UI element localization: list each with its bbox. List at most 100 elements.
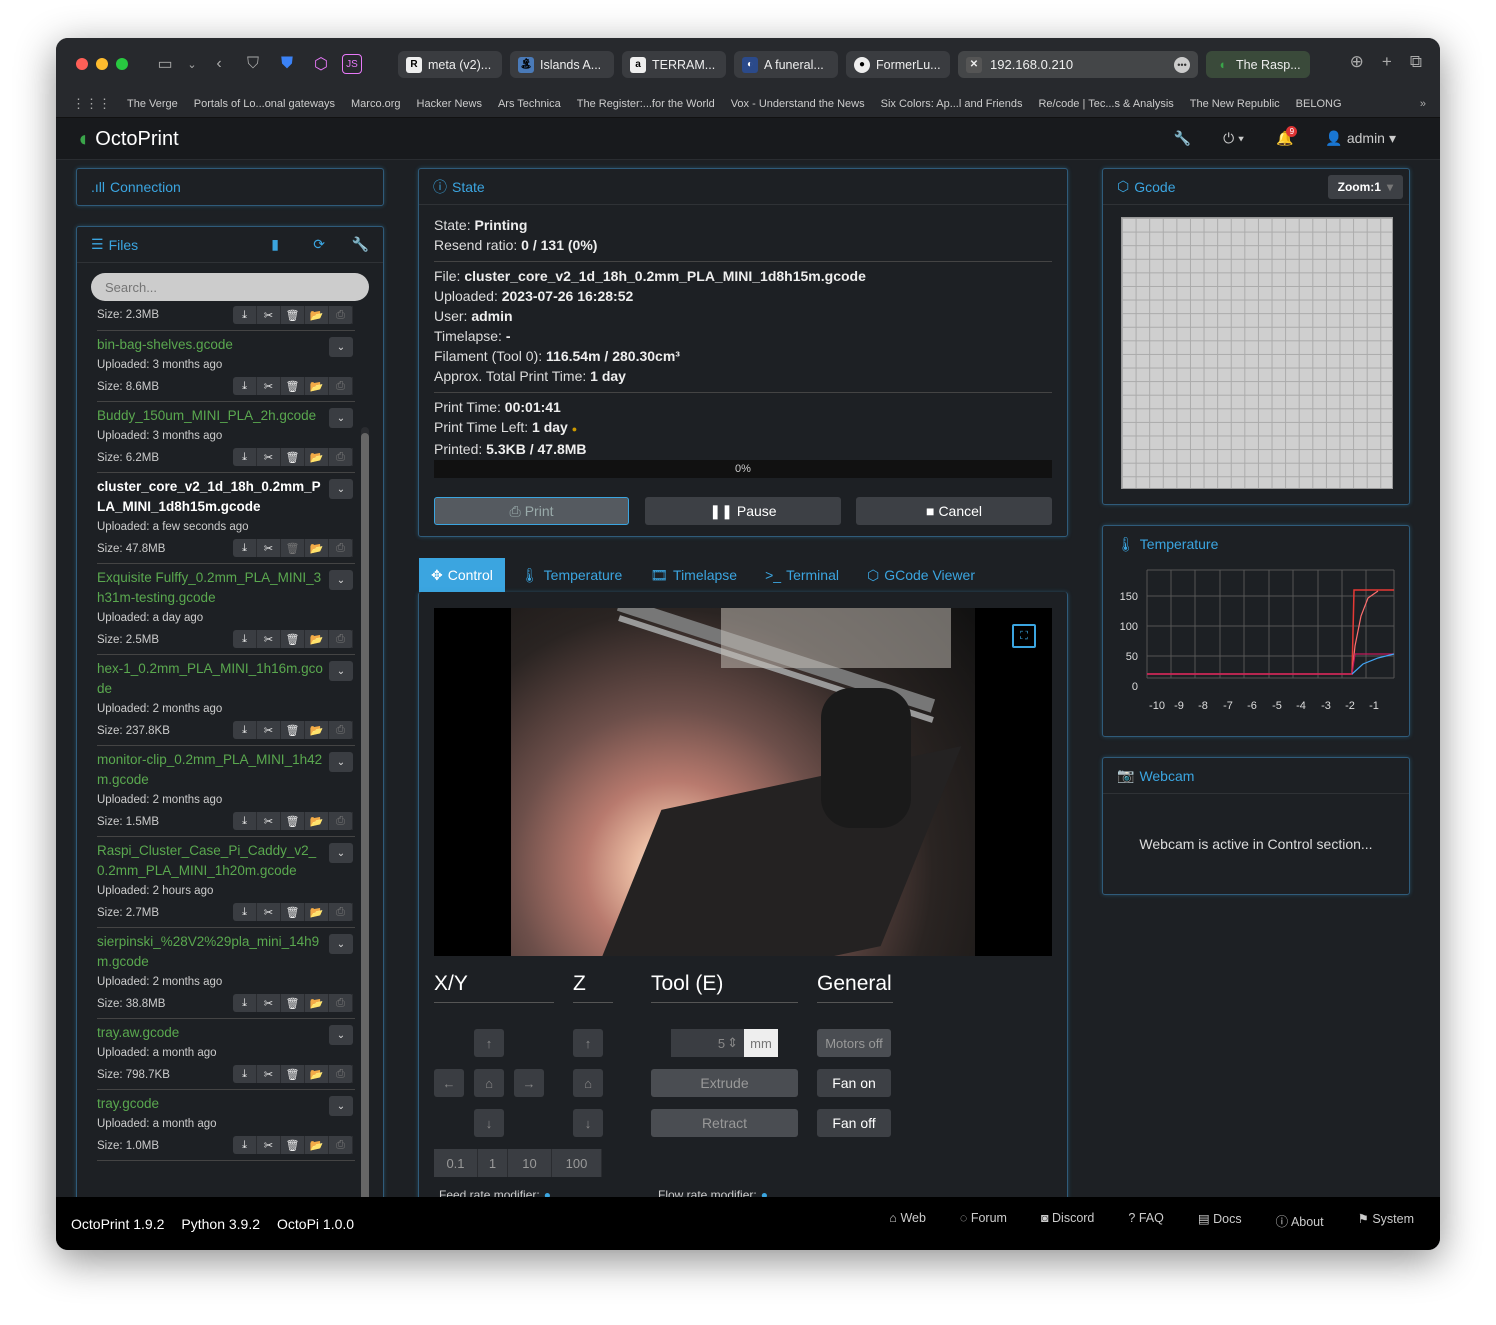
print-icon[interactable]: ⎙ (329, 539, 353, 557)
trash-icon[interactable]: 🗑 (281, 903, 305, 921)
list-item[interactable]: bin-bag-shelves.gcode Uploaded: 3 months … (97, 331, 355, 402)
print-icon[interactable]: ⎙ (329, 377, 353, 395)
bookmark[interactable]: Re/code | Tec...s & Analysis (1038, 98, 1173, 110)
tab-control[interactable]: ✥ Control (419, 558, 505, 592)
print-icon[interactable]: ⎙ (329, 448, 353, 466)
scissors-icon[interactable]: ✂ (257, 539, 281, 557)
trash-icon[interactable]: 🗑 (281, 1136, 305, 1154)
footer-link-about[interactable]: ⓘ About (1276, 1211, 1324, 1230)
grid-icon[interactable]: ⋮⋮⋮ (72, 96, 111, 112)
bookmark[interactable]: BELONG (1296, 98, 1342, 110)
step-button[interactable]: 10 (508, 1149, 552, 1177)
chevron-down-icon[interactable]: ⌄ (329, 479, 353, 499)
chevron-down-icon[interactable]: ⌄ (186, 51, 198, 77)
close-window-button[interactable] (76, 58, 88, 70)
trash-icon[interactable]: 🗑 (281, 448, 305, 466)
gcode-bed-grid[interactable] (1121, 217, 1393, 489)
folder-icon[interactable]: 📂 (305, 377, 329, 395)
wrench-icon[interactable]: 🔧 (1174, 130, 1191, 147)
print-icon[interactable]: ⎙ (329, 994, 353, 1012)
browser-tab[interactable]: 🏝 Islands A... (510, 51, 614, 78)
temperature-chart[interactable]: 150 100 50 0 -10 -9 -8 -7 -6 -5 -4 -3 -2… (1103, 566, 1409, 716)
bell-icon[interactable]: 🔔 9 (1276, 126, 1298, 147)
footer-link-system[interactable]: ⚑ System (1358, 1211, 1414, 1230)
close-tab-icon[interactable]: ✕ (966, 56, 982, 73)
power-icon[interactable]: ⏻ ▾ (1223, 130, 1244, 147)
print-icon[interactable]: ⎙ (329, 630, 353, 648)
folder-icon[interactable]: 📂 (305, 306, 329, 324)
trash-icon[interactable]: 🗑 (281, 994, 305, 1012)
print-icon[interactable]: ⎙ (329, 721, 353, 739)
list-item[interactable]: tray.gcode Uploaded: a month ago Size: 1.0… (97, 1090, 355, 1161)
chevron-down-icon[interactable]: ⌄ (329, 934, 353, 954)
cancel-button[interactable]: ■ Cancel (856, 497, 1052, 525)
scissors-icon[interactable]: ✂ (257, 721, 281, 739)
list-item[interactable]: monitor-clip_0.2mm_PLA_MINI_1h42m.gcode U… (97, 746, 355, 837)
file-name[interactable]: bin-bag-shelves.gcode (97, 335, 323, 355)
file-name[interactable]: Raspi_Cluster_Case_Pi_Caddy_v2_0.2mm_PLA… (97, 841, 323, 881)
new-tab-icon[interactable]: + (1382, 52, 1392, 72)
tab-gcode-viewer[interactable]: ⬡ GCode Viewer (855, 558, 987, 592)
folder-icon[interactable]: 📂 (305, 903, 329, 921)
tab-terminal[interactable]: >_ Terminal (753, 558, 851, 592)
fan-on-button[interactable]: Fan on (817, 1069, 891, 1097)
chevron-down-icon[interactable]: ⌄ (329, 1096, 353, 1116)
brand[interactable]: ◖ OctoPrint (76, 126, 179, 152)
extrude-button[interactable]: Extrude (651, 1069, 798, 1097)
chevron-down-icon[interactable]: ⌄ (329, 1025, 353, 1045)
download-icon[interactable]: ⤓ (233, 721, 257, 739)
trash-icon[interactable]: 🗑 (281, 539, 305, 557)
browser-tab[interactable]: ● FormerLu... (846, 51, 950, 78)
download-icon[interactable]: ⤓ (233, 539, 257, 557)
print-icon[interactable]: ⎙ (329, 903, 353, 921)
step-button[interactable]: 100 (552, 1149, 602, 1177)
minimize-window-button[interactable] (96, 58, 108, 70)
footer-link-faq[interactable]: ? FAQ (1128, 1211, 1163, 1230)
download-icon[interactable]: ⤓ (233, 306, 257, 324)
list-item[interactable]: Exquisite Fulffy_0.2mm_PLA_MINI_3h31m-te… (97, 564, 355, 655)
connection-panel[interactable]: .ıll Connection (76, 168, 384, 206)
download-icon[interactable]: ⤓ (233, 630, 257, 648)
download-icon[interactable]: ⤓ (233, 1136, 257, 1154)
download-icon[interactable]: ⊕ (1350, 52, 1364, 72)
webcam-title[interactable]: Webcam (1139, 768, 1194, 784)
home-xy-button[interactable]: ⌂ (474, 1069, 504, 1097)
fan-off-button[interactable]: Fan off (817, 1109, 891, 1137)
footer-link-discord[interactable]: ◙ Discord (1041, 1211, 1094, 1230)
step-button[interactable]: 1 (478, 1149, 508, 1177)
folder-icon[interactable]: 📂 (305, 721, 329, 739)
bookmark[interactable]: Hacker News (417, 98, 482, 110)
download-icon[interactable]: ⤓ (233, 448, 257, 466)
scissors-icon[interactable]: ✂ (257, 1065, 281, 1083)
tab-timelapse[interactable]: 🎞 Timelapse (638, 558, 749, 592)
print-icon[interactable]: ⎙ (329, 812, 353, 830)
footer-link-web[interactable]: ⌂ Web (889, 1211, 926, 1230)
download-icon[interactable]: ⤓ (233, 1065, 257, 1083)
folder-icon[interactable]: 📂 (305, 994, 329, 1012)
chevron-down-icon[interactable]: ⌄ (329, 752, 353, 772)
trash-icon[interactable]: 🗑 (281, 1065, 305, 1083)
sidebar-toggle-icon[interactable]: ▭ (152, 51, 178, 77)
trash-icon[interactable]: 🗑 (281, 377, 305, 395)
list-item[interactable]: Raspi_Cluster_Case_Pi_Caddy_v2_0.2mm_PLA… (97, 837, 355, 928)
motors-off-button[interactable]: Motors off (817, 1029, 891, 1057)
pause-button[interactable]: ❚❚ Pause (645, 497, 841, 525)
step-button[interactable]: 0.1 (434, 1149, 478, 1177)
file-name[interactable]: Buddy_150um_MINI_PLA_2h.gcode (97, 406, 323, 426)
scissors-icon[interactable]: ✂ (257, 630, 281, 648)
folder-icon[interactable]: 📂 (305, 630, 329, 648)
scissors-icon[interactable]: ✂ (257, 812, 281, 830)
home-z-button[interactable]: ⌂ (573, 1069, 603, 1097)
folder-icon[interactable]: 📂 (305, 539, 329, 557)
wrench-icon[interactable]: 🔧 (352, 236, 369, 253)
more-bookmarks-icon[interactable]: » (1420, 98, 1426, 110)
js-extension-icon[interactable]: JS (342, 54, 362, 74)
jog-y-minus-button[interactable]: ↓ (474, 1109, 504, 1137)
scissors-icon[interactable]: ✂ (257, 1136, 281, 1154)
tab-temperature[interactable]: 🌡 Temperature (509, 558, 634, 592)
state-title[interactable]: State (452, 179, 485, 195)
bookmark[interactable]: Ars Technica (498, 98, 561, 110)
fullscreen-icon[interactable]: ⛶ (1012, 624, 1036, 648)
sd-card-icon[interactable]: ▮ (271, 236, 279, 253)
jog-x-plus-button[interactable]: → (514, 1069, 544, 1097)
